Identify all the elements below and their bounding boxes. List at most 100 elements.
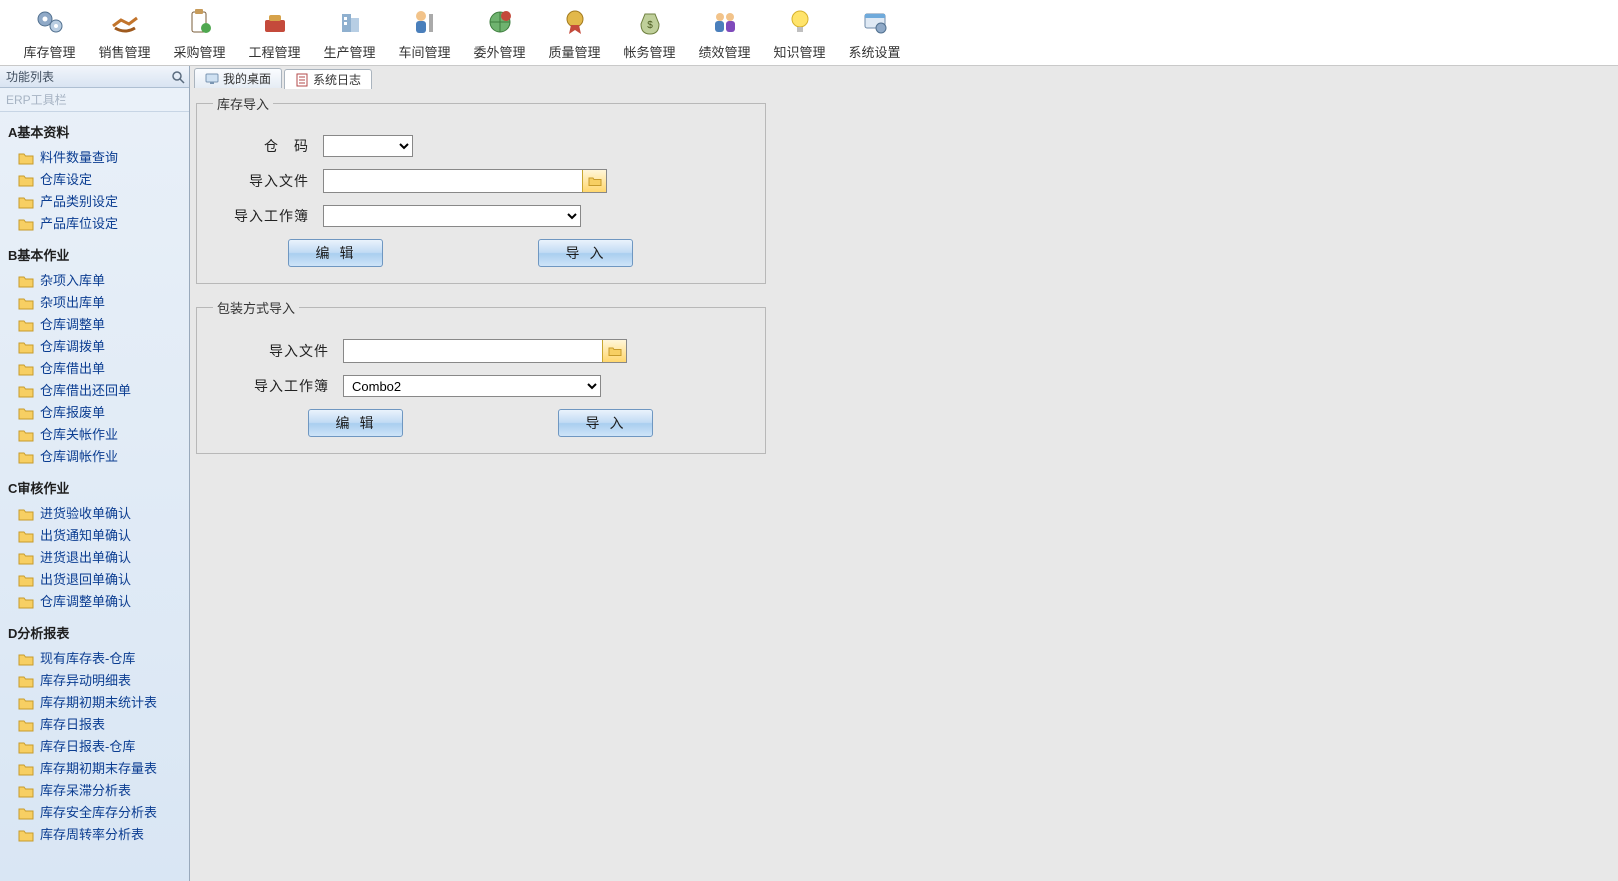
- label-import-file: 导入文件: [213, 341, 343, 361]
- tree-item[interactable]: 杂项出库单: [0, 292, 189, 314]
- tree-item[interactable]: 库存周转率分析表: [0, 824, 189, 846]
- label-cangma: 仓 码: [213, 136, 323, 156]
- tree-label: 仓库设定: [40, 171, 92, 189]
- browse-button[interactable]: [582, 170, 606, 192]
- tree-label: 仓库关帐作业: [40, 426, 118, 444]
- folder-icon: [18, 362, 34, 376]
- tab-label: 我的桌面: [223, 70, 271, 87]
- folder-open-icon: [588, 175, 602, 187]
- toolbar-purchase[interactable]: 采购管理: [162, 3, 237, 63]
- building-icon: [332, 4, 368, 40]
- tree-item[interactable]: 现有库存表-仓库: [0, 648, 189, 670]
- worker-icon: [407, 4, 443, 40]
- tree-label: 库存安全库存分析表: [40, 804, 157, 822]
- tree-label: 库存期初期末存量表: [40, 760, 157, 778]
- tree-item[interactable]: 库存期初期末统计表: [0, 692, 189, 714]
- toolbar-label: 质量管理: [548, 42, 600, 61]
- people-icon: [707, 4, 743, 40]
- search-icon[interactable]: [171, 70, 185, 84]
- moneybag-icon: $: [632, 4, 668, 40]
- tree-item[interactable]: 库存日报表-仓库: [0, 736, 189, 758]
- folder-icon: [18, 551, 34, 565]
- input-import-file-2[interactable]: [344, 340, 602, 362]
- tree-item[interactable]: 仓库关帐作业: [0, 424, 189, 446]
- badge-icon: [557, 4, 593, 40]
- tree-item[interactable]: 仓库借出还回单: [0, 380, 189, 402]
- input-import-file[interactable]: [324, 170, 582, 192]
- desktop-icon: [205, 72, 219, 86]
- folder-icon: [18, 406, 34, 420]
- import-button[interactable]: 导入: [538, 239, 633, 267]
- log-icon: [295, 73, 309, 87]
- tree-item[interactable]: 仓库调整单: [0, 314, 189, 336]
- tree-item[interactable]: 仓库调帐作业: [0, 446, 189, 468]
- import-button-2[interactable]: 导入: [558, 409, 653, 437]
- folder-icon: [18, 151, 34, 165]
- tree-item[interactable]: 进货验收单确认: [0, 503, 189, 525]
- tree-item[interactable]: 库存期初期末存量表: [0, 758, 189, 780]
- tree-item[interactable]: 产品库位设定: [0, 213, 189, 235]
- tree-item[interactable]: 仓库借出单: [0, 358, 189, 380]
- toolbar-label: 帐务管理: [623, 42, 675, 61]
- tree-item[interactable]: 仓库调整单确认: [0, 591, 189, 613]
- tree-item[interactable]: 库存安全库存分析表: [0, 802, 189, 824]
- group-inventory-import: 库存导入 仓 码 导入文件: [196, 94, 766, 284]
- edit-button[interactable]: 编辑: [288, 239, 383, 267]
- folder-icon: [18, 828, 34, 842]
- edit-button-2[interactable]: 编辑: [308, 409, 403, 437]
- group-legend: 包装方式导入: [213, 298, 299, 317]
- folder-icon: [18, 529, 34, 543]
- tree-item[interactable]: 杂项入库单: [0, 270, 189, 292]
- group-legend: 库存导入: [213, 94, 273, 113]
- combo-workbook[interactable]: [323, 205, 581, 227]
- toolbar-performance[interactable]: 绩效管理: [687, 3, 762, 63]
- tree-item[interactable]: 进货退出单确认: [0, 547, 189, 569]
- folder-icon: [18, 195, 34, 209]
- tree-item[interactable]: 仓库设定: [0, 169, 189, 191]
- tree-label: 库存日报表-仓库: [40, 738, 135, 756]
- tree-item[interactable]: 库存异动明细表: [0, 670, 189, 692]
- toolbar-production[interactable]: 生产管理: [312, 3, 387, 63]
- tree-item[interactable]: 仓库调拨单: [0, 336, 189, 358]
- tree-group-title: C审核作业: [0, 468, 189, 503]
- tree-label: 杂项出库单: [40, 294, 105, 312]
- toolbar-sales[interactable]: 销售管理: [87, 3, 162, 63]
- tree-group-title: B基本作业: [0, 235, 189, 270]
- tree-item[interactable]: 仓库报废单: [0, 402, 189, 424]
- toolbar-workshop[interactable]: 车间管理: [387, 3, 462, 63]
- toolbar-quality[interactable]: 质量管理: [537, 3, 612, 63]
- combo-cangma[interactable]: [323, 135, 413, 157]
- tree-item[interactable]: 料件数量查询: [0, 147, 189, 169]
- folder-icon: [18, 274, 34, 288]
- browse-button-2[interactable]: [602, 340, 626, 362]
- combo-workbook-2[interactable]: Combo2: [343, 375, 601, 397]
- toolbar-label: 车间管理: [398, 42, 450, 61]
- toolbar-settings[interactable]: 系统设置: [837, 3, 912, 63]
- folder-icon: [18, 340, 34, 354]
- folder-icon: [18, 652, 34, 666]
- tree-label: 仓库调帐作业: [40, 448, 118, 466]
- tree-label: 仓库调整单确认: [40, 593, 131, 611]
- tree-item[interactable]: 产品类别设定: [0, 191, 189, 213]
- tab-systemlog[interactable]: 系统日志: [284, 69, 372, 89]
- toolbar-outsource[interactable]: 委外管理: [462, 3, 537, 63]
- toolbar-knowledge[interactable]: 知识管理: [762, 3, 837, 63]
- folder-icon: [18, 507, 34, 521]
- toolbar-label: 委外管理: [473, 42, 525, 61]
- tree-item[interactable]: 库存日报表: [0, 714, 189, 736]
- handshake-icon: [107, 4, 143, 40]
- tree-label: 仓库调拨单: [40, 338, 105, 356]
- toolbar-engineering[interactable]: 工程管理: [237, 3, 312, 63]
- tree-label: 库存日报表: [40, 716, 105, 734]
- tree-item[interactable]: 出货通知单确认: [0, 525, 189, 547]
- tree-label: 现有库存表-仓库: [40, 650, 135, 668]
- tree-item[interactable]: 出货退回单确认: [0, 569, 189, 591]
- tab-desktop[interactable]: 我的桌面: [194, 68, 282, 88]
- tree-item[interactable]: 库存呆滞分析表: [0, 780, 189, 802]
- folder-icon: [18, 784, 34, 798]
- label-workbook: 导入工作簿: [213, 206, 323, 226]
- toolbar-account[interactable]: $ 帐务管理: [612, 3, 687, 63]
- toolbar-label: 知识管理: [773, 42, 825, 61]
- toolbar-inventory[interactable]: 库存管理: [12, 3, 87, 63]
- tree-label: 进货退出单确认: [40, 549, 131, 567]
